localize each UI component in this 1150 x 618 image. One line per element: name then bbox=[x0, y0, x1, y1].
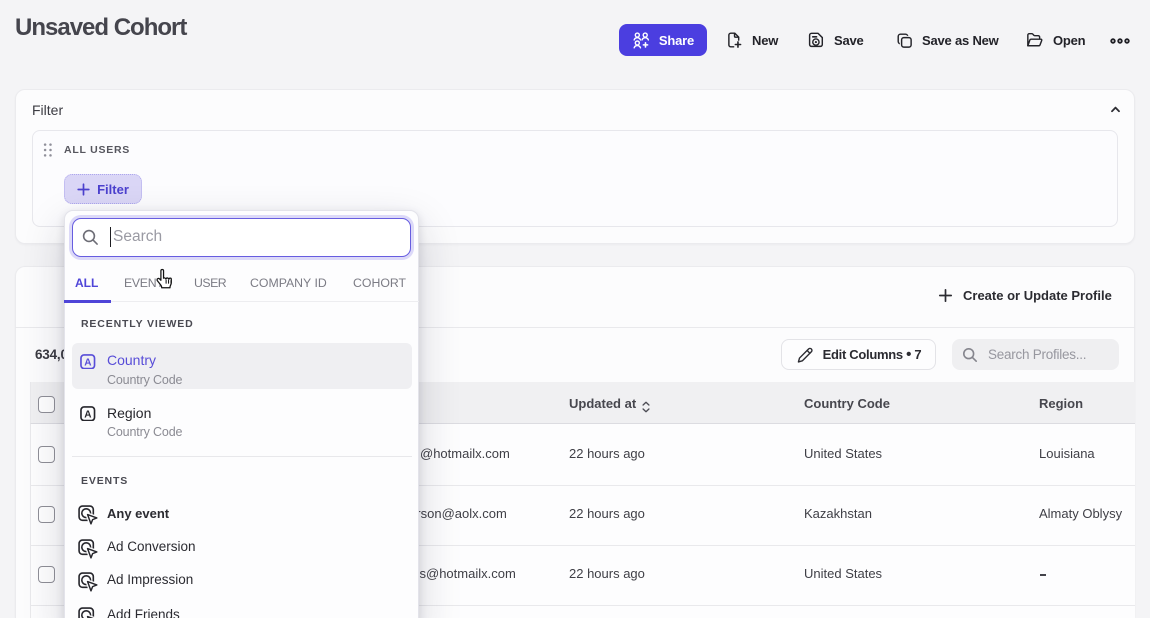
svg-text:A: A bbox=[84, 357, 91, 368]
svg-text:A: A bbox=[84, 409, 91, 420]
